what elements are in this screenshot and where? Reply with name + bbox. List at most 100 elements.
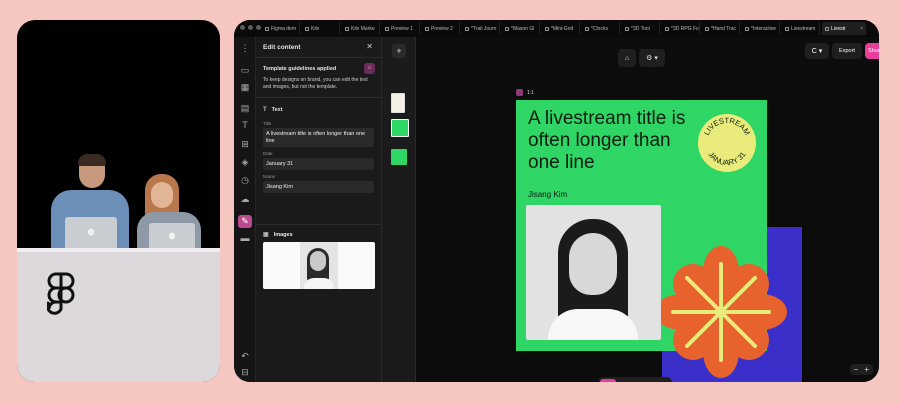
presenter-left-hair (78, 154, 106, 166)
cloud-icon[interactable]: ☁ (240, 194, 250, 204)
date-badge[interactable]: LIVESTREAM JANUARY 31 (698, 114, 756, 172)
thumbnail-shirt (304, 278, 334, 289)
file-icon (625, 26, 629, 31)
tab-item[interactable]: Kiln Marke (342, 22, 380, 35)
tab-label: *Mini-Grid (551, 25, 574, 32)
text-section-header: T Text (263, 107, 283, 113)
table-icon[interactable]: ⊞ (240, 139, 250, 149)
section-label: Images (273, 231, 293, 238)
file-icon (705, 26, 709, 31)
tab-item[interactable]: Livestream (782, 22, 820, 35)
text-tool-icon[interactable]: T (240, 120, 250, 130)
badge-bottom-text: JANUARY 31 (706, 150, 747, 167)
file-icon (505, 26, 509, 31)
share-button[interactable]: Shar (865, 43, 879, 59)
poster-title[interactable]: A livestream title is often longer than … (528, 108, 698, 174)
tab-item[interactable]: Figma dem (262, 22, 300, 35)
lock-icon: ⌂ (364, 63, 375, 74)
file-icon (425, 26, 429, 31)
tab-label: Kiln Marke (351, 25, 375, 32)
layers-icon[interactable]: ▭ (240, 65, 250, 75)
zoom-out-button[interactable]: − (854, 365, 859, 374)
thumbnail-face (310, 251, 326, 271)
tab-item[interactable]: Preview 1 (382, 22, 420, 35)
image-field[interactable] (263, 242, 375, 289)
name-label: Name (263, 174, 276, 179)
tab-label: *3D Tool (631, 25, 650, 32)
design-canvas[interactable]: ⌂ ⚙ ▾ C ▾ Export Shar 1:1 A livestream t… (416, 37, 879, 382)
canvas-toolbar: ⌂ ⚙ ▾ (618, 49, 665, 67)
add-page-button[interactable]: + (392, 44, 406, 58)
zoom-in-button[interactable]: + (864, 365, 869, 374)
tab-item[interactable]: *Mason Gl (502, 22, 540, 35)
avatar[interactable]: C ▾ (805, 43, 829, 59)
comment-icon[interactable]: ◯ (636, 379, 652, 383)
poster-author[interactable]: Jisang Kim (528, 190, 567, 199)
divider (256, 97, 381, 98)
title-field[interactable]: A livestream title is often longer than … (263, 128, 374, 147)
frame-ratio: 1:1 (527, 89, 534, 96)
page-thumbnail-1[interactable] (391, 93, 405, 113)
close-icon[interactable]: ✕ (366, 42, 373, 51)
portrait-shirt (548, 309, 638, 340)
undo-icon[interactable]: ↶ (240, 351, 250, 361)
zoom-controls: − + (849, 364, 873, 375)
badge-top-text: LIVESTREAM (702, 116, 752, 137)
lock-icon[interactable]: ⌂ (618, 49, 636, 67)
page-thumbnail-3[interactable] (391, 149, 407, 165)
tab-item[interactable]: Kiln (302, 22, 340, 35)
move-tool-icon[interactable]: ➤ (600, 379, 616, 382)
portrait-photo[interactable] (526, 205, 661, 340)
presenter-right-head (151, 182, 173, 208)
file-icon (785, 26, 789, 31)
figma-menu-icon[interactable]: ⋮ (240, 43, 250, 53)
settings-dropdown-icon[interactable]: ⚙ ▾ (639, 49, 665, 67)
tab-label: Figma dem (271, 25, 297, 32)
edit-content-icon[interactable]: ✎ (238, 215, 252, 228)
tab-item[interactable]: Preview 2 (422, 22, 460, 35)
tab-item[interactable]: *Interactive (742, 22, 780, 35)
collapse-icon[interactable]: ⊟ (240, 367, 250, 377)
page-thumbnail-2[interactable] (391, 119, 409, 137)
frame-icon (516, 89, 523, 96)
guidelines-title: Template guidelines applied (263, 66, 337, 72)
tab-label: *Trail Journ (471, 25, 497, 32)
tab-item[interactable]: *Trail Journ (462, 22, 500, 35)
image-icon: ▣ (263, 232, 269, 238)
media-icon[interactable]: ▬ (240, 233, 250, 243)
name-field[interactable]: Jisang Kim (263, 181, 374, 193)
tab-item[interactable]: *3D Tool (622, 22, 660, 35)
history-icon[interactable]: ◷ (240, 175, 250, 185)
tab-label: *Interactive (751, 25, 777, 32)
date-field[interactable]: January 31 (263, 158, 374, 170)
file-icon (745, 26, 749, 31)
apple-logo-icon (88, 228, 94, 236)
file-icon (345, 26, 349, 31)
tab-item[interactable]: *Mini-Grid (542, 22, 580, 35)
figma-logo-icon (47, 272, 75, 326)
tab-label: Livestr (831, 25, 846, 32)
close-icon[interactable]: × (860, 26, 863, 32)
hand-tool-icon[interactable]: ✋ (618, 379, 634, 383)
text-icon: T (263, 107, 267, 113)
edit-content-panel: Edit content ✕ Template guidelines appli… (256, 37, 382, 382)
file-icon (265, 26, 269, 31)
tag-icon[interactable]: ◇ (654, 379, 670, 383)
images-section-header: ▣ Images (263, 231, 293, 239)
export-button[interactable]: Export (832, 43, 862, 59)
tab-active[interactable]: Livestr × (822, 22, 866, 35)
avatar-letter: C (811, 47, 817, 55)
tab-item[interactable]: *Hand Trac (702, 22, 740, 35)
components-icon[interactable]: ◈ (240, 157, 250, 167)
tab-label: *Mason Gl (511, 25, 535, 32)
tab-item[interactable]: *Clocks (582, 22, 620, 35)
frame-label[interactable]: 1:1 (516, 89, 534, 96)
grid-icon[interactable]: ▦ (240, 82, 250, 92)
flower-shape[interactable] (655, 237, 791, 382)
tab-label: *3D RPG Fo (671, 25, 699, 32)
tab-item[interactable]: *3D RPG Fo (662, 22, 700, 35)
window-controls[interactable] (240, 25, 261, 30)
frame-icon[interactable]: ▤ (240, 103, 250, 113)
tab-label: Preview 2 (431, 25, 453, 32)
file-icon (665, 26, 669, 31)
